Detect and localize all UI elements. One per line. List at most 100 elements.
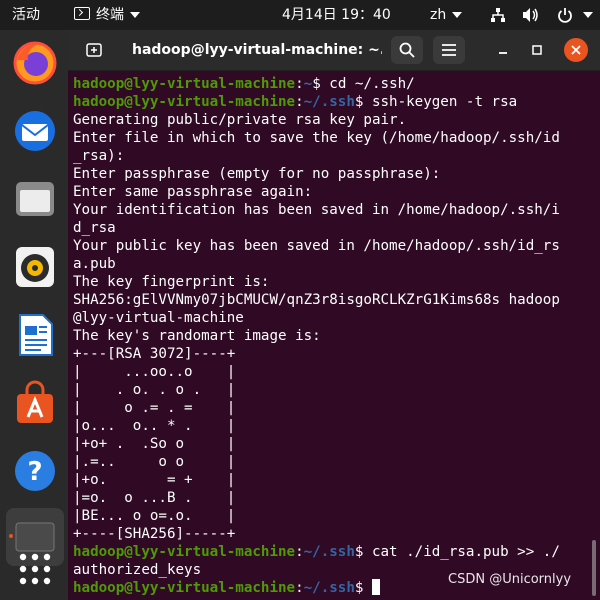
output-line: |BE... o o=.o. | (73, 507, 593, 525)
speaker-icon (16, 247, 54, 287)
firefox-launcher[interactable] (6, 34, 64, 92)
writer-launcher[interactable] (6, 306, 64, 364)
prompt-line: hadoop@lyy-virtual-machine:~$ cd ~/.ssh/ (73, 75, 593, 93)
output-text: Generating public/private rsa key pair. (73, 112, 407, 128)
prompt-separator: : (295, 544, 304, 560)
output-line: |o... o.. * . | (73, 417, 593, 435)
folder-icon (16, 182, 54, 216)
menu-button[interactable] (433, 36, 465, 64)
output-line: | ...oo..o | (73, 363, 593, 381)
output-line: a.pub (73, 255, 593, 273)
output-text: |o... o.. * . | (73, 418, 236, 434)
prompt-path: ~/.ssh (303, 580, 355, 596)
maximize-icon (532, 45, 542, 55)
minimize-button[interactable] (489, 36, 517, 64)
help-launcher[interactable]: ? (6, 442, 64, 500)
prompt-symbol: $ (312, 76, 321, 92)
output-line: +---[RSA 3072]----+ (73, 345, 593, 363)
output-text: The key fingerprint is: (73, 274, 270, 290)
header-bar[interactable]: hadoop@lyy-virtual-machine: ~... (68, 30, 600, 71)
clock[interactable]: 4月14日 19：40 (282, 0, 391, 30)
output-line: Your public key has been saved in /home/… (73, 237, 593, 255)
output-text: Your identification has been saved in /h… (73, 202, 560, 218)
output-line: | . o. . o . | (73, 381, 593, 399)
output-text: |.=.. o o | (73, 454, 236, 470)
prompt-separator: : (295, 76, 304, 92)
help-icon: ? (15, 451, 55, 491)
output-text: authorized_keys (73, 562, 202, 578)
prompt-user-host: hadoop@lyy-virtual-machine (73, 76, 296, 92)
output-line: Enter passphrase (empty for no passphras… (73, 165, 593, 183)
thunderbird-icon (15, 111, 55, 151)
rhythmbox-launcher[interactable] (6, 238, 64, 296)
new-tab-button[interactable] (80, 36, 108, 64)
search-icon (399, 42, 415, 58)
command-text: ssh-keygen -t rsa (363, 94, 518, 110)
volume-icon (523, 8, 539, 22)
output-line: @lyy-virtual-machine (73, 309, 593, 327)
watermark: CSDN @Unicornlyy (448, 572, 572, 587)
network-icon (491, 8, 505, 22)
output-line: The key fingerprint is: (73, 273, 593, 291)
files-launcher[interactable] (6, 170, 64, 228)
running-indicator (9, 534, 13, 538)
window-title: hadoop@lyy-virtual-machine: ~... (132, 42, 382, 58)
software-launcher[interactable] (6, 374, 64, 432)
hamburger-icon (442, 44, 456, 56)
output-text: | o .= . = | (73, 400, 236, 416)
output-line: |.=.. o o | (73, 453, 593, 471)
output-line: +----[SHA256]-----+ (73, 525, 593, 543)
prompt-user-host: hadoop@lyy-virtual-machine (73, 94, 296, 110)
output-line: |+o. = + | (73, 471, 593, 489)
app-menu-label: 终端 (96, 7, 124, 23)
output-text: +----[SHA256]-----+ (73, 526, 236, 542)
activities-button[interactable]: 活动 (12, 0, 40, 30)
output-line: SHA256:gElVVNmy07jbCMUCW/qnZ3r8isgoRCLKZ… (73, 291, 593, 309)
show-applications-button[interactable] (6, 540, 64, 598)
output-text: Enter same passphrase again: (73, 184, 313, 200)
search-button[interactable] (391, 36, 423, 64)
output-text: SHA256:gElVVNmy07jbCMUCW/qnZ3r8isgoRCLKZ… (73, 292, 560, 308)
output-line: _rsa): (73, 147, 593, 165)
scrollbar[interactable] (592, 540, 596, 596)
chevron-down-icon (583, 12, 594, 18)
apps-grid-icon (19, 553, 51, 585)
output-text: | . o. . o . | (73, 382, 236, 398)
chevron-down-icon (452, 12, 463, 18)
maximize-button[interactable] (523, 36, 551, 64)
terminal-window: hadoop@lyy-virtual-machine: ~... hadoop@… (68, 30, 600, 600)
dock: ? (0, 30, 68, 600)
terminal-output[interactable]: hadoop@lyy-virtual-machine:~$ cd ~/.ssh/… (73, 75, 593, 596)
output-line: Your identification has been saved in /h… (73, 201, 593, 219)
output-line: Enter same passphrase again: (73, 183, 593, 201)
input-method-label: zh (430, 7, 447, 23)
output-text: |=o. o ...B . | (73, 490, 236, 506)
firefox-icon (13, 41, 57, 85)
chevron-down-icon (130, 12, 140, 18)
document-icon (19, 314, 53, 356)
app-menu[interactable]: 终端 (74, 0, 140, 30)
input-method-indicator[interactable]: zh (430, 0, 463, 30)
prompt-path: ~/.ssh (303, 544, 355, 560)
output-text: | ...oo..o | (73, 364, 236, 380)
prompt-line: hadoop@lyy-virtual-machine:~/.ssh$ ssh-k… (73, 93, 593, 111)
output-text: a.pub (73, 256, 116, 272)
output-text: |+o. = + | (73, 472, 236, 488)
thunderbird-launcher[interactable] (6, 102, 64, 160)
command-text: cd ~/.ssh/ (320, 76, 415, 92)
command-text: cat ./id_rsa.pub >> ./ (363, 544, 560, 560)
prompt-separator: : (295, 94, 304, 110)
prompt-user-host: hadoop@lyy-virtual-machine (73, 544, 296, 560)
output-line: Generating public/private rsa key pair. (73, 111, 593, 129)
system-tray[interactable] (490, 0, 594, 30)
prompt-line: hadoop@lyy-virtual-machine:~/.ssh$ cat .… (73, 543, 593, 561)
prompt-separator: : (295, 580, 304, 596)
output-text: Enter passphrase (empty for no passphras… (73, 166, 441, 182)
output-line: |+o+ . .So o | (73, 435, 593, 453)
output-text: _rsa): (73, 148, 125, 164)
close-button[interactable] (564, 38, 588, 62)
output-line: d_rsa (73, 219, 593, 237)
power-icon (558, 8, 572, 23)
prompt-path: ~/.ssh (303, 94, 355, 110)
close-icon (571, 45, 581, 55)
